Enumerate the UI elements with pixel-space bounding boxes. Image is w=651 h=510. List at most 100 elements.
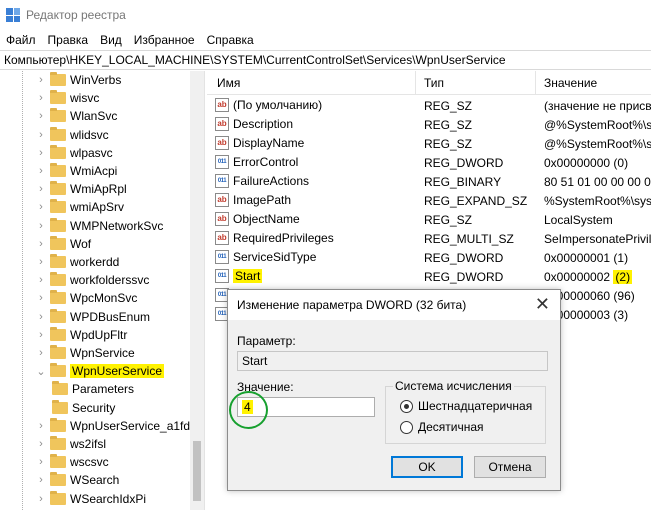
folder-icon [50, 436, 66, 450]
tree-item[interactable]: › WmiApRpl [36, 180, 127, 198]
cancel-button[interactable]: Отмена [474, 456, 546, 478]
tree-item-label: WmiApRpl [70, 182, 127, 197]
tree-item[interactable]: › wmiApSrv [36, 198, 124, 216]
chevron-right-icon[interactable]: › [36, 347, 46, 359]
tree-item[interactable]: › workerdd [36, 253, 119, 271]
column-header-data[interactable]: Значение [544, 76, 597, 90]
tree-item[interactable]: ⌄ WpnUserService [36, 362, 165, 380]
tree-item[interactable]: Parameters [52, 380, 134, 398]
binary-value-icon: 011 [215, 174, 229, 188]
tree-guide-line [22, 71, 23, 510]
radio-dec[interactable]: Десятичная [400, 420, 484, 434]
tree-item[interactable]: › wisvc [36, 89, 99, 107]
chevron-down-icon[interactable]: ⌄ [36, 366, 46, 378]
chevron-right-icon[interactable]: › [36, 92, 46, 104]
menu-help[interactable]: Справка [201, 33, 260, 47]
key-tree[interactable]: › WinVerbs › wisvc › WlanSvc › wlidsvc › wlpasvc ›… [0, 71, 205, 510]
value-row[interactable]: ab (По умолчанию) REG_SZ (значение не присв [207, 96, 651, 115]
value-data: SeImpersonatePrivile [544, 232, 651, 246]
tree-item[interactable]: › WinVerbs [36, 71, 121, 89]
tree-item[interactable]: Security [52, 399, 115, 417]
folder-icon [50, 290, 66, 305]
chevron-right-icon[interactable]: › [36, 274, 46, 286]
chevron-right-icon[interactable]: › [36, 329, 46, 341]
chevron-right-icon[interactable]: › [36, 493, 46, 505]
folder-icon [50, 181, 66, 196]
tree-scroll-thumb[interactable] [193, 441, 201, 501]
value-name-cell: 011 FailureActions [215, 174, 309, 188]
column-header-type[interactable]: Тип [424, 76, 444, 90]
folder-icon [50, 108, 66, 123]
value-type: REG_DWORD [424, 270, 504, 284]
value-row[interactable]: 011 Start REG_DWORD 0x00000002 (2) [207, 267, 651, 286]
value-row[interactable]: ab ObjectName REG_SZ LocalSystem [207, 210, 651, 229]
tree-item-label: WpdUpFltr [70, 327, 128, 342]
folder-icon [50, 144, 66, 159]
menu-favorites[interactable]: Избранное [128, 33, 201, 47]
chevron-right-icon[interactable]: › [36, 438, 46, 450]
column-divider[interactable] [535, 71, 536, 95]
column-divider[interactable] [415, 71, 416, 95]
value-data: @%SystemRoot%\sy [544, 137, 651, 151]
tree-item[interactable]: › WpcMonSvc [36, 289, 137, 307]
value-row[interactable]: 011 FailureActions REG_BINARY 80 51 01 00 0… [207, 172, 651, 191]
value-name: FailureActions [233, 174, 310, 188]
chevron-right-icon[interactable]: › [36, 292, 46, 304]
address-bar[interactable]: Компьютер\HKEY_LOCAL_MACHINE\SYSTEM\Curr… [0, 50, 651, 70]
chevron-right-icon[interactable]: › [36, 456, 46, 468]
value-row[interactable]: 011 ErrorControl REG_DWORD 0x00000000 (0) [207, 153, 651, 172]
chevron-right-icon[interactable]: › [36, 474, 46, 486]
value-row[interactable]: ab Description REG_SZ @%SystemRoot%\sy [207, 115, 651, 134]
chevron-right-icon[interactable]: › [36, 256, 46, 268]
chevron-right-icon[interactable]: › [36, 165, 46, 177]
tree-scrollbar[interactable] [190, 71, 204, 510]
tree-item[interactable]: › Wof [36, 235, 91, 253]
tree-item-label: WpnService [70, 346, 135, 360]
tree-item[interactable]: › WMPNetworkSvc [36, 217, 163, 235]
tree-item[interactable]: › WSearch [36, 471, 119, 489]
close-icon[interactable]: ✕ [535, 294, 550, 314]
tree-item[interactable]: › workfolderssvc [36, 271, 149, 289]
ok-button[interactable]: OK [391, 456, 463, 478]
chevron-right-icon[interactable]: › [36, 311, 46, 323]
tree-item[interactable]: › wscsvc [36, 453, 109, 471]
chevron-right-icon[interactable]: › [36, 110, 46, 122]
tree-item[interactable]: › WSearchIdxPi [36, 490, 146, 508]
tree-item[interactable]: › WpnService [36, 344, 135, 362]
tree-item[interactable]: › WpnUserService_a1fd9 [36, 417, 197, 435]
tree-item[interactable]: › WlanSvc [36, 107, 117, 125]
tree-item[interactable]: › wlidsvc [36, 126, 109, 144]
chevron-right-icon[interactable]: › [36, 74, 46, 86]
radio-hex-label: Шестнадцатеричная [418, 399, 533, 413]
value-row[interactable]: ab RequiredPrivileges REG_MULTI_SZ SeImpers… [207, 229, 651, 248]
value-row[interactable]: ab DisplayName REG_SZ @%SystemRoot%\sy [207, 134, 651, 153]
value-type: REG_DWORD [424, 156, 504, 170]
value-row[interactable]: 011 ServiceSidType REG_DWORD 0x00000001 (1) [207, 248, 651, 267]
tree-item[interactable]: › WpdUpFltr [36, 326, 127, 344]
value-name-cell: 011 ServiceSidType [215, 250, 316, 264]
radio-hex-dot[interactable] [400, 399, 413, 413]
chevron-right-icon[interactable]: › [36, 238, 46, 250]
column-header-name[interactable]: Имя [217, 76, 240, 90]
value-row[interactable]: ab ImagePath REG_EXPAND_SZ %SystemRoot%\sys… [207, 191, 651, 210]
menu-view[interactable]: Вид [94, 33, 128, 47]
string-value-icon: ab [215, 231, 229, 245]
value-type: REG_DWORD [424, 251, 504, 265]
menu-edit[interactable]: Правка [42, 33, 95, 47]
menu-file[interactable]: Файл [0, 33, 42, 47]
chevron-right-icon[interactable]: › [36, 201, 46, 213]
tree-item[interactable]: › WmiAcpi [36, 162, 117, 180]
chevron-right-icon[interactable]: › [36, 183, 46, 195]
tree-item-label: Security [72, 400, 116, 415]
tree-item[interactable]: › ws2ifsl [36, 435, 106, 453]
radio-dec-dot[interactable] [400, 420, 413, 434]
chevron-right-icon[interactable]: › [36, 420, 46, 432]
tree-item[interactable]: › WPDBusEnum [36, 308, 150, 326]
chevron-right-icon[interactable]: › [36, 220, 46, 232]
radio-hex[interactable]: Шестнадцатеричная [400, 399, 532, 413]
tree-item-label: WlanSvc [70, 109, 118, 124]
chevron-right-icon[interactable]: › [36, 147, 46, 159]
chevron-right-icon[interactable]: › [36, 129, 46, 141]
tree-item[interactable]: › wlpasvc [36, 144, 113, 162]
value-name: Description [233, 117, 294, 131]
